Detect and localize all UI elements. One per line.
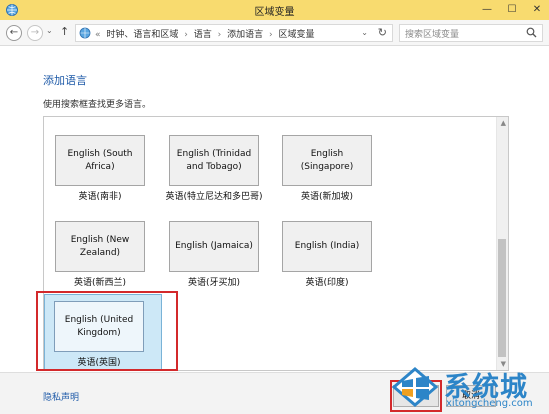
title-bar: 区域变量 — ☐ ✕ [0, 0, 549, 20]
windows-logo-icon [392, 367, 438, 407]
language-tile[interactable]: English (South Africa) [55, 135, 145, 186]
maximize-button[interactable]: ☐ [500, 0, 524, 20]
breadcrumb-regional-variants[interactable]: 区域变量 [279, 30, 315, 40]
language-tile[interactable]: English (Trinidad and Tobago) [169, 135, 259, 186]
scrollbar-thumb[interactable] [498, 239, 506, 357]
language-tile[interactable]: English (Singapore) [282, 135, 372, 186]
refresh-button[interactable]: ↻ [378, 26, 387, 39]
search-input[interactable]: 搜索区域变量 [399, 24, 543, 42]
language-caption: 英语(牙买加) [187, 278, 241, 288]
window-title: 区域变量 [254, 7, 295, 18]
search-placeholder: 搜索区域变量 [405, 30, 460, 40]
breadcrumb-language[interactable]: 语言 [194, 30, 212, 40]
language-tile[interactable]: English (Jamaica) [169, 221, 259, 272]
forward-button[interactable]: → [27, 25, 43, 41]
address-dropdown[interactable]: ⌄ [361, 28, 368, 37]
up-button[interactable]: ↑ [60, 25, 69, 38]
back-button[interactable]: ← [6, 25, 22, 41]
language-item-singapore[interactable]: English (Singapore) 英语(新加坡) [273, 135, 391, 223]
breadcrumb-separator[interactable]: › [269, 30, 273, 40]
language-item-trinidad-tobago[interactable]: English (Trinidad and Tobago) 英语(特立尼达和多巴… [160, 135, 278, 223]
address-toolbar: ← → ⌄ ↑ « 时钟、语言和区域 › 语言 › 添加语言 › 区域变量 ⌄ … [0, 20, 549, 46]
language-item-south-africa[interactable]: English (South Africa) 英语(南非) [46, 135, 164, 223]
breadcrumb-add-language[interactable]: 添加语言 [227, 30, 263, 40]
watermark: 系统城 xitongcheng.com [384, 363, 549, 414]
search-icon[interactable] [526, 27, 537, 38]
scrollbar[interactable]: ▲ ▼ [496, 117, 508, 370]
breadcrumb-separator[interactable]: › [218, 30, 222, 40]
language-caption: 英语(新加坡) [300, 192, 354, 202]
breadcrumb: « 时钟、语言和区域 › 语言 › 添加语言 › 区域变量 [95, 27, 318, 40]
breadcrumb-separator[interactable]: › [184, 30, 188, 40]
highlight-annotation [36, 291, 178, 371]
close-button[interactable]: ✕ [525, 0, 549, 20]
scroll-up-arrow-icon[interactable]: ▲ [501, 119, 506, 127]
minimize-button[interactable]: — [475, 0, 499, 20]
language-tile[interactable]: English (India) [282, 221, 372, 272]
recent-pages-dropdown[interactable]: ⌄ [46, 26, 53, 35]
page-title: 添加语言 [43, 74, 87, 87]
breadcrumb-clock-language-region[interactable]: 时钟、语言和区域 [106, 30, 178, 40]
language-caption: 英语(特立尼达和多巴哥) [165, 192, 263, 202]
language-caption: 英语(印度) [305, 278, 349, 288]
watermark-url: xitongcheng.com [446, 398, 533, 409]
language-tile[interactable]: English (New Zealand) [55, 221, 145, 272]
control-panel-icon [79, 27, 91, 39]
address-bar[interactable]: « 时钟、语言和区域 › 语言 › 添加语言 › 区域变量 ⌄ ↻ [75, 24, 393, 42]
language-item-india[interactable]: English (India) 英语(印度) [273, 221, 391, 309]
page-subtitle: 使用搜索框查找更多语言。 [43, 100, 152, 110]
breadcrumb-overflow[interactable]: « [95, 30, 101, 40]
language-caption: 英语(新西兰) [73, 278, 127, 288]
privacy-link[interactable]: 隐私声明 [43, 390, 79, 403]
language-caption: 英语(南非) [78, 192, 122, 202]
